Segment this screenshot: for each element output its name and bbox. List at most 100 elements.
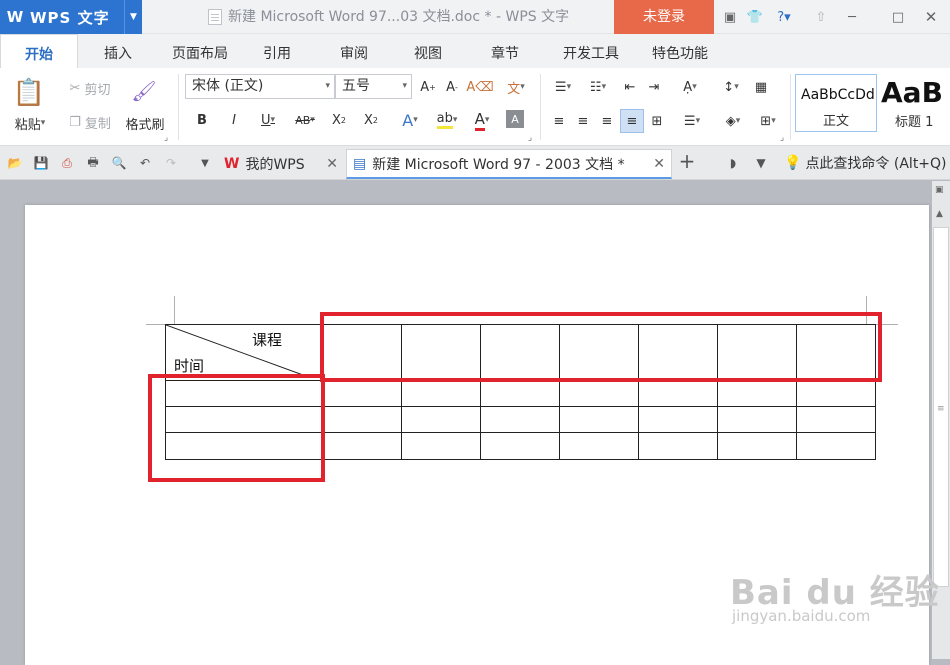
- app-menu-button[interactable]: W WPS 文字 ▼: [0, 0, 142, 34]
- cut-button[interactable]: ✂ 剪切: [60, 78, 120, 98]
- table-cell[interactable]: [717, 406, 797, 433]
- tab-view[interactable]: 视图: [396, 34, 460, 68]
- table-cell[interactable]: [796, 406, 876, 433]
- paste-button[interactable]: 粘贴 ▾: [8, 114, 52, 133]
- style-heading-1[interactable]: AaB 标题 1: [879, 74, 950, 132]
- highlight-icon[interactable]: ab ▾: [430, 108, 464, 132]
- superscript-icon[interactable]: X2: [328, 108, 350, 132]
- minimize-icon[interactable]: ─: [842, 0, 862, 34]
- table-cell[interactable]: [559, 380, 639, 407]
- font-name-select[interactable]: 宋体 (正文): [185, 74, 335, 99]
- borders-icon[interactable]: ⊞ ▾: [752, 110, 784, 132]
- strikethrough-icon[interactable]: AB ▾: [288, 108, 322, 132]
- table-cell[interactable]: [401, 406, 481, 433]
- decrease-indent-icon[interactable]: ⇤: [620, 76, 640, 98]
- align-right-icon[interactable]: ≡: [596, 110, 618, 132]
- close-tab-icon[interactable]: ✕: [653, 156, 665, 172]
- increase-indent-icon[interactable]: ⇥: [644, 76, 664, 98]
- bold-icon[interactable]: B: [192, 108, 212, 132]
- char-shading-icon[interactable]: A: [506, 110, 524, 128]
- help-icon[interactable]: ?▾: [770, 0, 798, 34]
- customize-chevron-down-icon[interactable]: ▼: [196, 154, 214, 172]
- doc-tab-my-wps[interactable]: W 我的WPS ✕: [220, 149, 344, 179]
- table-cell[interactable]: [559, 406, 639, 433]
- sort-icon[interactable]: ↕ ▾: [716, 76, 746, 98]
- subscript-icon[interactable]: X2: [360, 108, 382, 132]
- shirt-icon[interactable]: 👕: [746, 0, 764, 34]
- open-folder-icon[interactable]: 📂: [6, 154, 24, 172]
- table-cell[interactable]: [322, 406, 402, 433]
- table-cell[interactable]: [796, 380, 876, 407]
- table-cell[interactable]: [401, 380, 481, 407]
- italic-icon[interactable]: I: [224, 108, 244, 132]
- print-preview-icon[interactable]: 🔍: [110, 154, 128, 172]
- login-button[interactable]: 未登录: [614, 0, 714, 34]
- align-left-icon[interactable]: ≡: [548, 110, 570, 132]
- doc-tab-active[interactable]: ▤ 新建 Microsoft Word 97 - 2003 文档 * ✕: [346, 149, 672, 179]
- table-cell[interactable]: [559, 432, 639, 460]
- bullets-icon[interactable]: ☰ ▾: [548, 76, 578, 98]
- tab-page-layout[interactable]: 页面布局: [158, 34, 242, 68]
- close-tab-icon[interactable]: ✕: [326, 156, 338, 172]
- tab-review[interactable]: 审阅: [312, 34, 396, 68]
- font-color-icon[interactable]: A ▾: [466, 108, 498, 132]
- table-cell[interactable]: [796, 432, 876, 460]
- close-icon[interactable]: ✕: [920, 0, 942, 34]
- shading-icon[interactable]: ◈ ▾: [716, 110, 750, 132]
- shrink-font-icon[interactable]: A-: [442, 76, 462, 98]
- maximize-icon[interactable]: □: [888, 0, 908, 34]
- dialog-launcher-icon[interactable]: ⌟: [526, 133, 534, 143]
- table-cell[interactable]: [401, 432, 481, 460]
- tab-home[interactable]: 开始: [0, 34, 78, 68]
- export-pdf-icon[interactable]: ⎙: [58, 154, 76, 172]
- table-cell[interactable]: [717, 432, 797, 460]
- tab-special[interactable]: 特色功能: [632, 34, 728, 68]
- table-cell[interactable]: [638, 432, 718, 460]
- table-cell[interactable]: [480, 406, 560, 433]
- scroll-up-icon[interactable]: ▲: [936, 209, 943, 219]
- table-cell[interactable]: [717, 380, 797, 407]
- new-tab-plus-icon[interactable]: +: [678, 149, 696, 173]
- diagonal-header-cell[interactable]: 课程 时间: [165, 324, 323, 381]
- format-painter-icon[interactable]: 🖌: [130, 78, 158, 104]
- table-grid-icon[interactable]: ▦: [750, 76, 772, 98]
- text-effect-icon[interactable]: A ▾: [394, 108, 426, 132]
- format-painter-button[interactable]: 格式刷: [120, 114, 170, 133]
- clear-format-icon[interactable]: A⌫: [466, 76, 493, 98]
- save-icon[interactable]: 💾: [32, 154, 50, 172]
- copy-button[interactable]: ❐ 复制: [60, 112, 120, 132]
- distributed-icon[interactable]: ⊞: [646, 110, 668, 132]
- grow-font-icon[interactable]: A +: [418, 76, 438, 98]
- text-direction-icon[interactable]: Ạ ▾: [674, 76, 706, 98]
- print-icon[interactable]: 🖶: [84, 154, 102, 172]
- font-size-select[interactable]: 五号: [335, 74, 412, 99]
- command-search[interactable]: 💡 点此查找命令 (Alt+Q): [784, 146, 947, 180]
- skin-icon[interactable]: ▣: [722, 0, 738, 34]
- underline-icon[interactable]: U ▾: [254, 108, 282, 132]
- tab-developer[interactable]: 开发工具: [550, 34, 632, 68]
- table-cell[interactable]: [638, 406, 718, 433]
- dialog-launcher-icon[interactable]: ⌟: [162, 133, 170, 143]
- phonetic-guide-icon[interactable]: 文 ▾: [500, 76, 532, 98]
- table-cell[interactable]: [322, 380, 402, 407]
- split-icon[interactable]: ▣: [935, 185, 947, 197]
- chevron-down-icon[interactable]: ▼: [124, 0, 142, 34]
- table-cell[interactable]: [322, 432, 402, 460]
- style-normal[interactable]: AaBbCcDd 正文: [795, 74, 877, 132]
- backup-icon[interactable]: ◗: [724, 154, 742, 172]
- redo-icon[interactable]: ↷: [162, 154, 180, 172]
- tab-section[interactable]: 章节: [460, 34, 550, 68]
- paste-icon[interactable]: 📋: [12, 76, 46, 110]
- numbering-icon[interactable]: ☷ ▾: [582, 76, 614, 98]
- table-cell[interactable]: [638, 380, 718, 407]
- table-cell[interactable]: [480, 380, 560, 407]
- justify-icon[interactable]: ≡: [620, 109, 644, 133]
- tab-insert[interactable]: 插入: [78, 34, 158, 68]
- line-spacing-icon[interactable]: ☰ ▾: [676, 110, 708, 132]
- comment-icon[interactable]: ▼: [752, 154, 770, 172]
- table-cell[interactable]: [480, 432, 560, 460]
- dialog-launcher-icon[interactable]: ⌟: [778, 133, 786, 143]
- undo-icon[interactable]: ↶: [136, 154, 154, 172]
- upload-icon[interactable]: ⇧: [810, 0, 832, 34]
- align-center-icon[interactable]: ≡: [572, 110, 594, 132]
